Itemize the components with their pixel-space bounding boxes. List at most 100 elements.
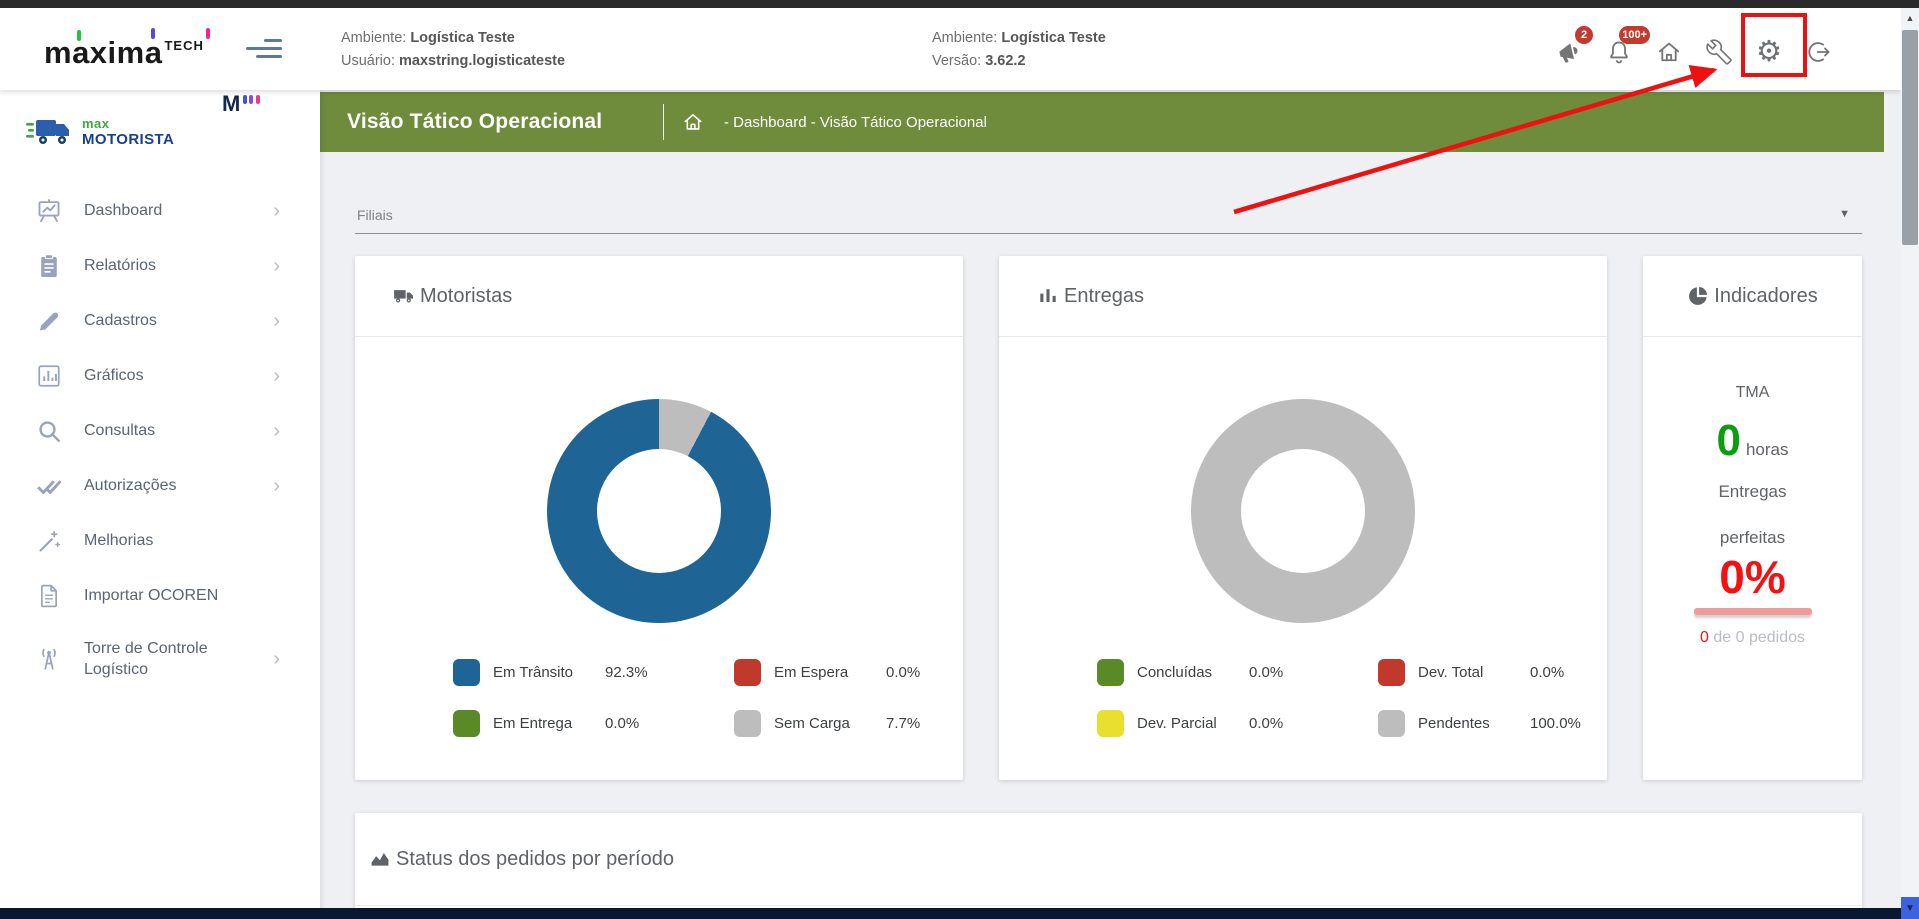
scrollbar: ▲ ▼ xyxy=(1901,8,1919,919)
tools-button[interactable] xyxy=(1694,26,1744,78)
chevron-right-icon: › xyxy=(273,648,280,670)
perfect-deliveries-percent: 0% xyxy=(1719,551,1786,603)
breadcrumb: - Dashboard - Visão Tático Operacional xyxy=(724,113,987,131)
sidebar-item-relatorios[interactable]: Relatórios › xyxy=(0,238,320,293)
sidebar-item-consultas[interactable]: Consultas › xyxy=(0,403,320,458)
entregas-card-header: Entregas xyxy=(999,256,1607,337)
sidebar-item-dashboard[interactable]: Dashboard › xyxy=(0,183,320,238)
legend-label: Em Espera xyxy=(774,664,849,681)
logout-button[interactable] xyxy=(1794,26,1844,78)
scroll-down-button[interactable]: ▼ xyxy=(1901,897,1919,919)
notifications-button[interactable]: 100+ xyxy=(1594,26,1650,78)
sidebar-item-label: Melhorias xyxy=(84,532,154,549)
sidebar-item-autorizacoes[interactable]: Autorizações › xyxy=(0,458,320,513)
page-title-bar: Visão Tático Operacional - Dashboard - V… xyxy=(320,92,1884,152)
logout-icon xyxy=(1806,39,1832,65)
legend-swatch xyxy=(453,710,480,737)
motoristas-card-header: Motoristas xyxy=(355,256,963,337)
legend-item: Em Entrega 0.0% xyxy=(453,710,698,737)
main-content: Visão Tático Operacional - Dashboard - V… xyxy=(320,90,1901,919)
filiais-underline xyxy=(355,233,1862,234)
entregas-donut-chart[interactable] xyxy=(1191,399,1415,623)
legend-label: Dev. Total xyxy=(1418,664,1484,681)
motoristas-donut-chart[interactable] xyxy=(547,399,771,623)
legend-value: 0.0% xyxy=(1249,715,1284,732)
scroll-up-icon: ▲ xyxy=(1905,13,1915,23)
usuario-label: Usuário: xyxy=(341,53,395,69)
megaphone-icon xyxy=(1556,39,1582,65)
legend-item: Sem Carga 7.7% xyxy=(734,710,979,737)
header-icon-bar: 2 100+ ⚙ xyxy=(1544,26,1844,78)
legend-label: Concluídas xyxy=(1137,664,1213,681)
sidebar-item-importar-ocoren[interactable]: Importar OCOREN xyxy=(0,568,320,623)
caret-down-icon: ▼ xyxy=(1839,208,1850,220)
chevron-right-icon: › xyxy=(273,474,280,497)
entregas-legend: Concluídas 0.0% Dev. Total 0.0% Dev. Parcial… xyxy=(1097,659,1623,737)
sidebar-item-torre-de-controle-logistico[interactable]: Torre de Controle Logístico › xyxy=(0,623,320,695)
breadcrumb-home-icon[interactable] xyxy=(682,111,704,133)
motoristas-card: Motoristas Em Trânsito 92.3% Em Espera 0.0%… xyxy=(355,256,963,780)
legend-swatch xyxy=(453,659,480,686)
tma-label: TMA xyxy=(1735,384,1770,401)
area-chart-icon xyxy=(369,848,391,870)
m-letter: M xyxy=(222,91,241,116)
tma-value: 0 xyxy=(1716,416,1741,465)
legend-swatch xyxy=(1378,659,1405,686)
scrollbar-thumb[interactable] xyxy=(1902,30,1918,245)
home-button[interactable] xyxy=(1644,26,1694,78)
logo-accent-indigo xyxy=(151,28,155,39)
versao-value: 3.62.2 xyxy=(985,53,1026,69)
menu-toggle-icon[interactable] xyxy=(246,39,282,61)
sidebar-item-cadastros[interactable]: Cadastros › xyxy=(0,293,320,348)
scroll-up-button[interactable]: ▲ xyxy=(1901,8,1919,28)
perfect-deliveries-line1: Entregas xyxy=(1718,482,1787,501)
indicadores-body: TMA 0 horas Entregas perfeitas 0% 0 de 0 … xyxy=(1643,336,1862,647)
legend-value: 0.0% xyxy=(605,715,640,732)
donut-hole xyxy=(597,449,721,573)
legend-label: Pendentes xyxy=(1418,715,1490,732)
indicadores-card-header: Indicadores xyxy=(1643,256,1862,337)
announcements-button[interactable]: 2 xyxy=(1544,26,1594,78)
legend-label: Em Trânsito xyxy=(493,664,574,681)
legend-item: Concluídas 0.0% xyxy=(1097,659,1342,686)
sidebar-item-label: Relatórios xyxy=(84,257,157,274)
sidebar-nav: Dashboard › Relatórios › Cadastros › Gráficos ›… xyxy=(0,183,320,695)
filiais-select[interactable]: Filiais ▼ xyxy=(355,198,1862,238)
sidebar-item-label: Consultas xyxy=(84,422,156,439)
status-pedidos-card: Status dos pedidos por período xyxy=(355,813,1862,919)
environment-info-right: Ambiente: Logística Teste Versão: 3.62.2 xyxy=(932,27,1106,73)
legend-swatch xyxy=(1097,710,1124,737)
legend-swatch xyxy=(734,710,761,737)
chevron-right-icon: › xyxy=(273,419,280,442)
sidebar-item-graficos[interactable]: Gráficos › xyxy=(0,348,320,403)
search-icon xyxy=(36,418,62,444)
settings-button[interactable]: ⚙ xyxy=(1744,26,1794,78)
orders-summary: 0 de 0 pedidos xyxy=(1643,629,1862,647)
card-title: Motoristas xyxy=(420,284,513,307)
legend-value: 0.0% xyxy=(1530,664,1565,681)
card-title: Status dos pedidos por período xyxy=(396,847,674,870)
legend-value: 0.0% xyxy=(886,664,921,681)
legend-label: Dev. Parcial xyxy=(1137,715,1217,732)
magic-wand-icon xyxy=(36,528,62,554)
chevron-right-icon: › xyxy=(273,199,280,222)
max-motorista-logo: max MOTORISTA xyxy=(26,116,174,148)
bar-chart-icon xyxy=(36,363,62,389)
pencil-icon xyxy=(36,308,62,334)
legend-item: Pendentes 100.0% xyxy=(1378,710,1623,737)
app-window: maxima TECH Ambiente: Logística Teste Usu… xyxy=(0,0,1919,919)
clipboard-icon xyxy=(36,253,62,279)
wrench-icon xyxy=(1706,39,1732,65)
tma-value-row: 0 horas xyxy=(1643,416,1862,466)
legend-label: Em Entrega xyxy=(493,715,573,732)
dashboard-icon xyxy=(36,198,62,224)
truck-icon xyxy=(393,285,415,307)
indicadores-card: Indicadores TMA 0 horas Entregas perfeita… xyxy=(1643,256,1862,780)
sidebar-item-melhorias[interactable]: Melhorias xyxy=(0,513,320,568)
legend-item: Em Espera 0.0% xyxy=(734,659,979,686)
filiais-label: Filiais xyxy=(357,207,393,223)
home-icon xyxy=(1656,39,1682,65)
maxima-tech-logo: maxima TECH xyxy=(44,28,274,76)
deliveries-bars-icon xyxy=(1037,285,1059,307)
legend-item: Dev. Parcial 0.0% xyxy=(1097,710,1342,737)
